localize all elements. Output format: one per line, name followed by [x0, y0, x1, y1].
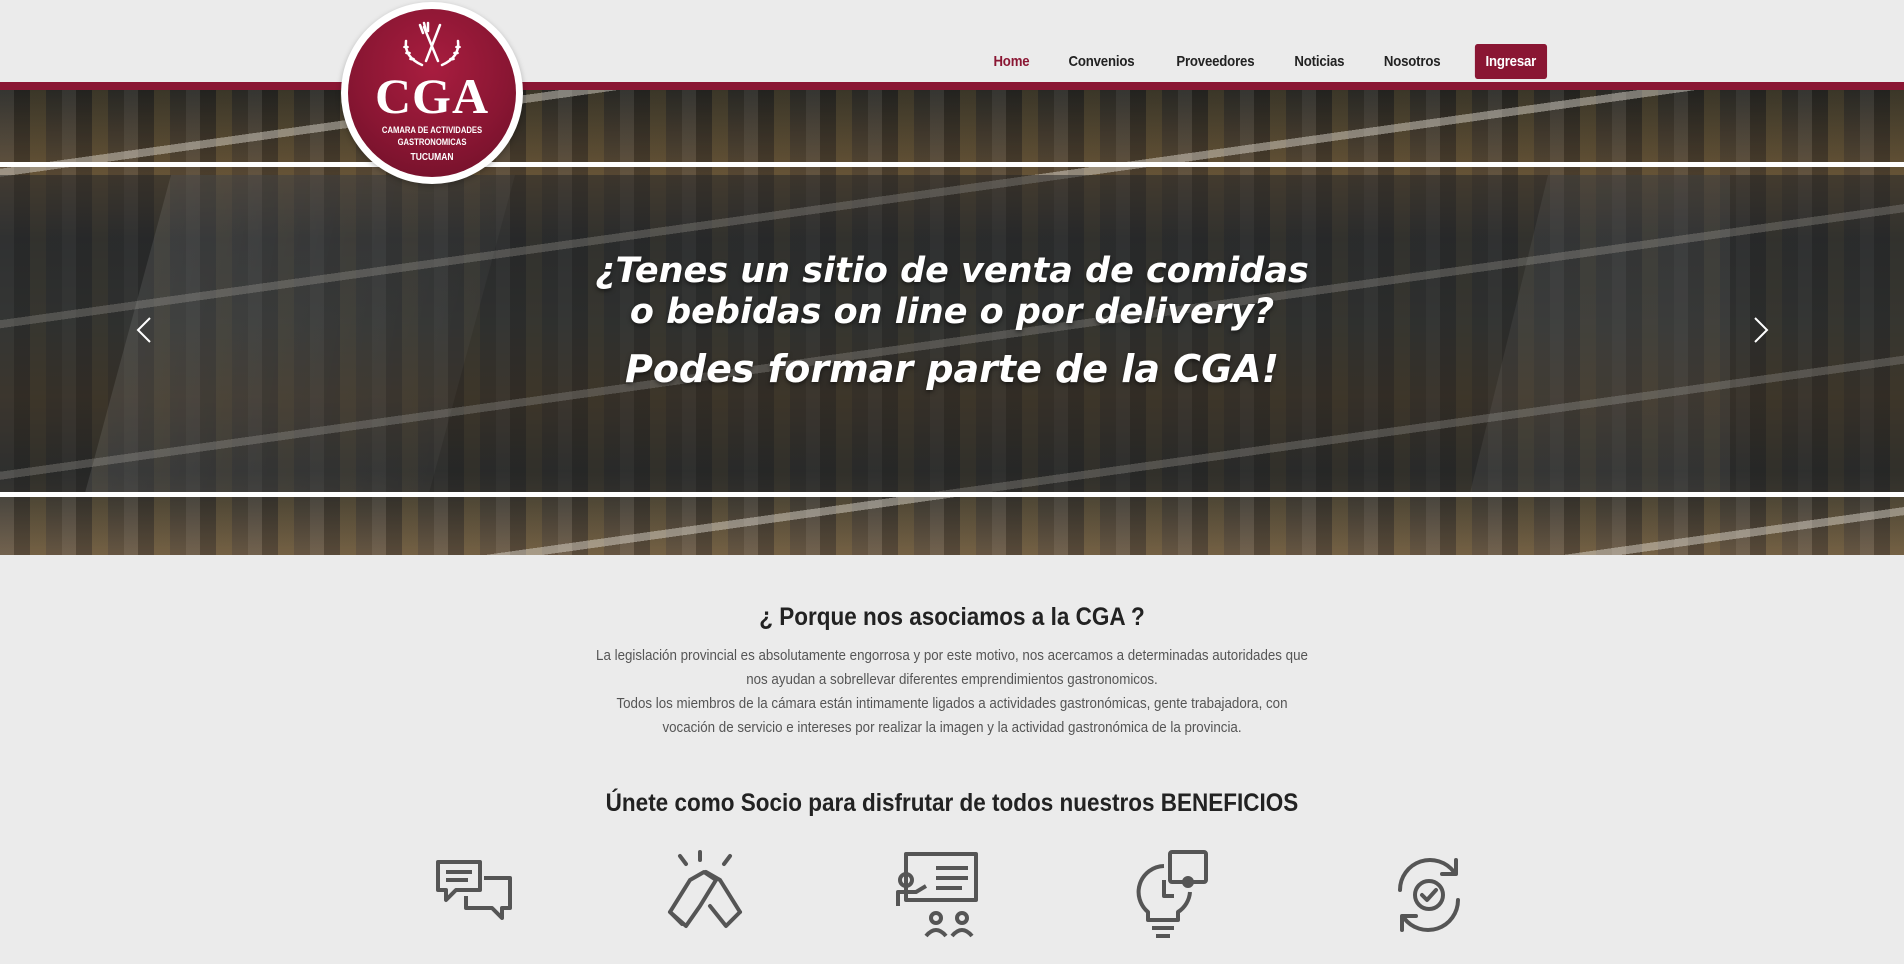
nav-home[interactable]: Home: [979, 53, 1043, 70]
site-header: Home Convenios Proveedores Noticias Noso…: [0, 0, 1904, 82]
logo-subtitle-2: GASTRONOMICAS: [397, 137, 467, 147]
about-paragraph-1: La legislación provincial es absolutamen…: [596, 648, 1308, 688]
nav-convenios[interactable]: Convenios: [1054, 53, 1148, 70]
hero-divider-top: [0, 162, 1904, 167]
about-paragraph-2: Todos los miembros de la cámara están in…: [616, 696, 1288, 736]
hero-divider-bottom: [0, 492, 1904, 497]
hero-headline-3: Podes formar parte de la CGA!: [624, 347, 1280, 391]
benefits-title: Únete como Socio para disfrutar de todos…: [605, 789, 1299, 817]
chat-bubbles-icon: [436, 860, 512, 920]
hero-slider: ¿Tenes un sitio de venta de comidas o be…: [0, 90, 1904, 555]
login-button[interactable]: Ingresar: [1475, 44, 1548, 79]
nav-proveedores[interactable]: Proveedores: [1162, 53, 1268, 70]
nav-nosotros[interactable]: Nosotros: [1370, 53, 1455, 70]
chevron-right-icon: [1754, 317, 1769, 343]
hero-headline-1: ¿Tenes un sitio de venta de comidas: [595, 251, 1309, 291]
slider-next-button[interactable]: [1745, 310, 1775, 350]
benefit-ideas[interactable]: [1124, 850, 1214, 940]
chevron-left-icon: [136, 317, 151, 343]
logo-title: CGA: [374, 68, 490, 124]
benefit-training[interactable]: [892, 850, 982, 940]
logo-subtitle-1: CAMARA DE ACTIVIDADES: [381, 125, 483, 135]
benefit-communication[interactable]: [428, 850, 518, 940]
benefit-renewal[interactable]: [1384, 850, 1474, 940]
about-title: ¿ Porque nos asociamos a la CGA ?: [759, 603, 1145, 631]
slider-prev-button[interactable]: [130, 310, 160, 350]
site-logo[interactable]: CGA CAMARA DE ACTIVIDADES GASTRONOMICAS …: [341, 2, 523, 184]
header-accent-bar: [0, 82, 1904, 90]
presentation-icon: [896, 852, 978, 938]
logo-badge: CGA CAMARA DE ACTIVIDADES GASTRONOMICAS …: [348, 9, 516, 177]
fork-knife-laurel-icon: [403, 21, 461, 67]
handshake-icon: [668, 850, 742, 928]
refresh-check-icon: [1398, 858, 1460, 932]
main-nav: Home Convenios Proveedores Noticias Noso…: [975, 44, 1552, 79]
benefit-partnership[interactable]: [660, 850, 750, 940]
hero-headline-2: o bebidas on line o por delivery?: [629, 292, 1275, 332]
benefits-row: [0, 850, 1904, 950]
logo-subtitle-3: TUCUMAN: [410, 152, 454, 163]
nav-noticias[interactable]: Noticias: [1281, 53, 1359, 70]
lightbulb-puzzle-icon: [1136, 850, 1208, 938]
